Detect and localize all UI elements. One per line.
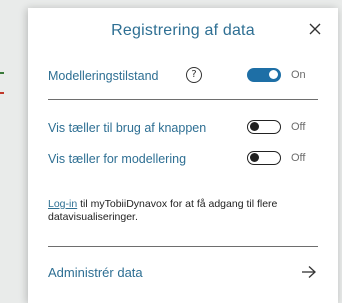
login-info-rest: til myTobiiDynavox for at få adgang til …	[48, 198, 278, 223]
modelling-counter-label: Vis tæller for modellering	[48, 152, 187, 166]
modelling-mode-row: Modelleringstilstand ? On	[48, 66, 318, 88]
manage-data-button[interactable]: Administrér data	[48, 261, 318, 285]
button-counter-label: Vis tæller til brug af knappen	[48, 121, 207, 135]
close-button[interactable]	[306, 20, 324, 38]
dialog-title: Registrering af data	[111, 22, 255, 39]
button-counter-row: Vis tæller til brug af knappen Off	[48, 118, 318, 140]
manage-data-label: Administrér data	[48, 265, 143, 280]
button-counter-state: Off	[291, 121, 306, 133]
toggle-knob	[250, 122, 259, 131]
toggle-knob	[269, 70, 278, 79]
dialog-header: Registrering af data	[28, 8, 338, 52]
login-info-text: Log-in til myTobiiDynavox for at få adga…	[48, 198, 310, 224]
toggle-knob	[250, 153, 259, 162]
modelling-mode-label: Modelleringstilstand	[48, 69, 159, 83]
modelling-mode-state: On	[291, 69, 306, 81]
backdrop-mark-green	[0, 72, 4, 74]
arrow-right-icon	[302, 266, 316, 278]
login-link[interactable]: Log-in	[48, 198, 77, 210]
divider	[48, 246, 318, 247]
help-icon[interactable]: ?	[186, 67, 202, 83]
close-icon	[309, 23, 321, 35]
divider	[48, 99, 318, 100]
modelling-counter-state: Off	[291, 152, 306, 164]
modelling-mode-toggle[interactable]	[247, 68, 281, 82]
modelling-counter-toggle[interactable]	[247, 151, 281, 165]
modelling-counter-row: Vis tæller for modellering Off	[48, 149, 318, 171]
data-registration-dialog: Registrering af data Modelleringstilstan…	[28, 8, 338, 303]
button-counter-toggle[interactable]	[247, 120, 281, 134]
backdrop-mark-red	[0, 92, 4, 94]
